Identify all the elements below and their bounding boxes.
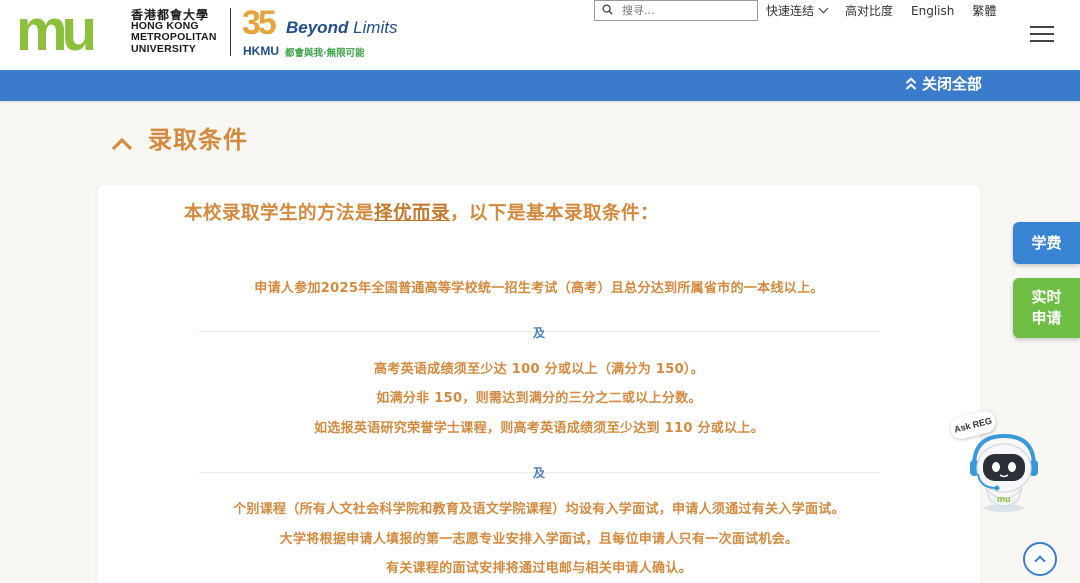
high-contrast-link[interactable]: 高对比度 bbox=[845, 2, 893, 19]
hamburger-line bbox=[1030, 26, 1054, 28]
english-link[interactable]: English bbox=[911, 4, 954, 18]
section-toggle[interactable]: 录取条件 bbox=[110, 120, 248, 155]
search-box bbox=[594, 0, 758, 21]
hamburger-menu-icon[interactable] bbox=[1030, 26, 1054, 42]
requirement-interview-1: 个别课程（所有人文社会科学院和教育及语文学院课程）均设有入学面试，申请人须通过有… bbox=[233, 502, 845, 517]
anniversary-logo: 35 Beyond Limits HKMU 都會與我·無限可能 bbox=[242, 4, 402, 62]
tagline-limits: Limits bbox=[353, 18, 398, 37]
tagline-beyond: Beyond bbox=[286, 18, 349, 37]
chevron-down-icon bbox=[818, 3, 829, 14]
apply-now-button[interactable]: 实时 申请 bbox=[1013, 278, 1080, 338]
search-input[interactable] bbox=[622, 2, 752, 19]
accordion-toolbar: 关闭全部 bbox=[0, 70, 1080, 101]
logo-mark: mu bbox=[16, 8, 94, 56]
university-name-en-3: UNIVERSITY bbox=[131, 42, 197, 55]
arrow-up-icon bbox=[1034, 555, 1046, 567]
tuition-fee-button[interactable]: 学费 bbox=[1013, 222, 1080, 264]
double-chevron-up-icon bbox=[905, 76, 917, 90]
requirement-gaokao: 申请人参加2025年全国普通高等学校统一招生考试（高考）且总分达到所属省市的一本… bbox=[254, 281, 824, 296]
scroll-to-top-button[interactable] bbox=[1023, 542, 1057, 576]
top-links: 快速连结 高对比度 English 繁體 bbox=[766, 2, 1014, 19]
requirement-english-1: 高考英语成绩须至少达 100 分或以上（满分为 150）。 bbox=[373, 362, 705, 377]
and-connector: 及 bbox=[532, 326, 545, 340]
apply-now-line-1: 实时 bbox=[1031, 288, 1062, 306]
requirement-interview-2: 大学将根据申请人填报的第一志愿专业安排入学面试，且每位申请人只有一次面试机会。 bbox=[279, 532, 799, 547]
anniversary-hkmu: HKMU bbox=[243, 44, 279, 58]
apply-now-line-2: 申请 bbox=[1031, 309, 1062, 327]
university-name-en-2: METROPOLITAN bbox=[131, 31, 217, 44]
collapse-all-label: 关闭全部 bbox=[922, 75, 983, 93]
hkmu-logo[interactable]: mu bbox=[16, 8, 122, 56]
chatbot-robot-icon[interactable]: mu bbox=[966, 430, 1042, 514]
requirement-interview-3: 有关课程的面试安排将通过电邮与相关申请人确认。 bbox=[386, 561, 692, 576]
quick-links-label: 快速连结 bbox=[766, 4, 815, 18]
hamburger-line bbox=[1030, 33, 1054, 35]
chevron-up-icon bbox=[111, 137, 133, 150]
requirement-english-2: 如满分非 150，则需达到满分的三分之二或以上分数。 bbox=[376, 391, 702, 406]
site-header: mu 香港都會大學 HONG KONG METROPOLITAN UNIVERS… bbox=[0, 0, 1080, 70]
anniversary-number: 35 bbox=[242, 4, 277, 42]
intro-emphasis: 择优而录 bbox=[374, 203, 451, 224]
requirement-english-3: 如选报英语研究荣誉学士课程，则高考英语成绩须至少达到 110 分或以上。 bbox=[314, 421, 764, 436]
admission-requirements-card: 本校录取学生的方法是择优而录，以下是基本录取条件： 申请人参加2025年全国普通… bbox=[98, 185, 980, 583]
university-name: 香港都會大學 HONG KONG METROPOLITAN UNIVERSITY bbox=[131, 9, 217, 55]
hamburger-line bbox=[1030, 40, 1054, 42]
anniversary-tagline: Beyond Limits bbox=[286, 18, 397, 38]
search-icon[interactable] bbox=[602, 4, 613, 15]
traditional-chinese-link[interactable]: 繁體 bbox=[972, 2, 996, 19]
intro-text: 本校录取学生的方法是择优而录，以下是基本录取条件： bbox=[184, 199, 659, 225]
and-connector: 及 bbox=[532, 466, 545, 480]
logo-divider bbox=[230, 8, 231, 56]
intro-prefix: 本校录取学生的方法是 bbox=[184, 203, 375, 224]
quick-links-menu[interactable]: 快速连结 bbox=[766, 2, 829, 19]
section-title: 录取条件 bbox=[148, 126, 248, 154]
collapse-all-button[interactable]: 关闭全部 bbox=[905, 73, 982, 94]
robot-chest-logo: mu bbox=[997, 494, 1011, 504]
intro-suffix: ，以下是基本录取条件： bbox=[450, 203, 660, 224]
anniversary-slogan: 都會與我·無限可能 bbox=[285, 48, 365, 59]
